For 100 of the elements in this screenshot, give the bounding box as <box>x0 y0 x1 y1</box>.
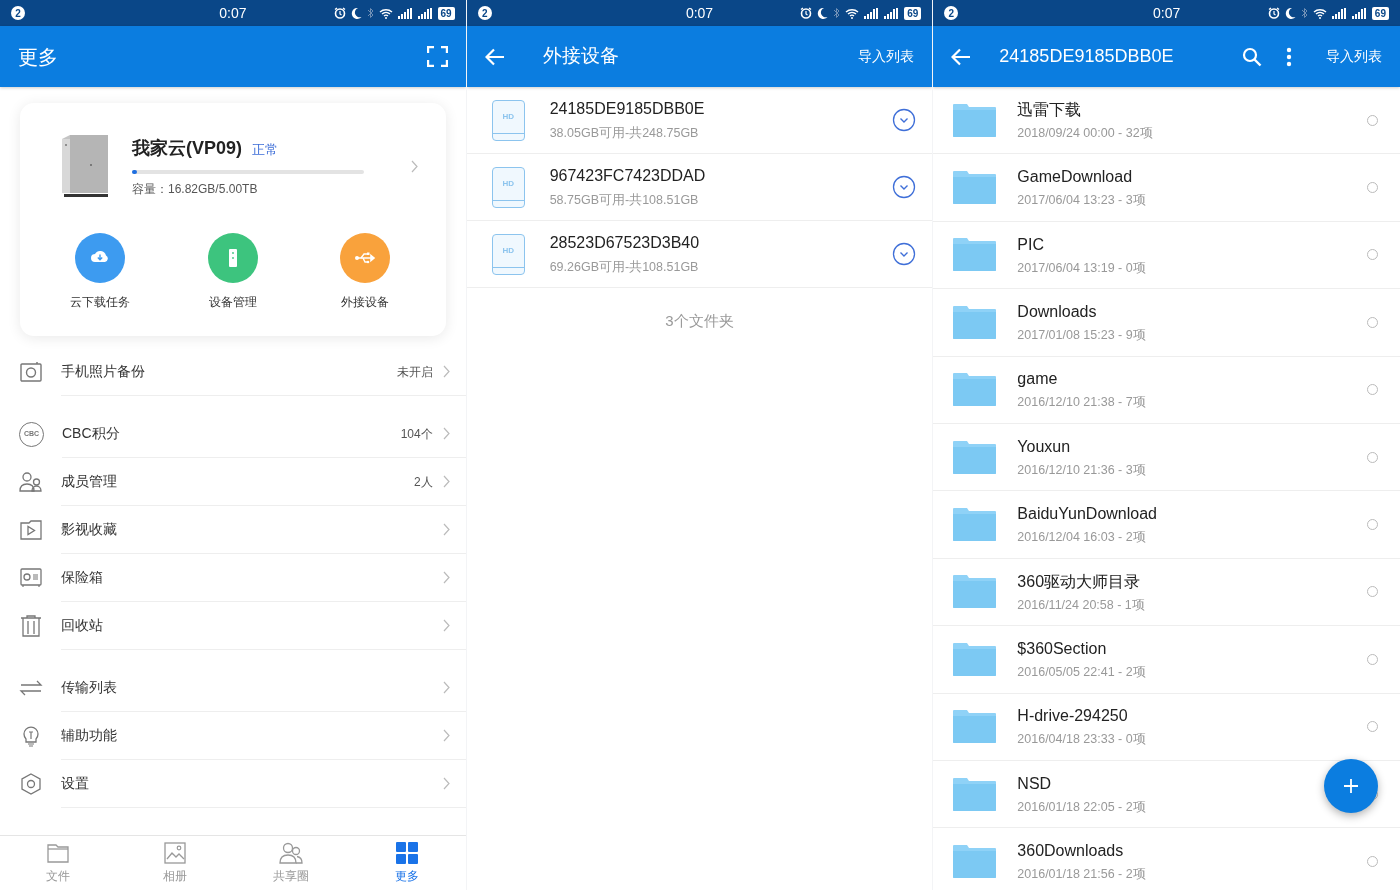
folder-icon <box>953 777 997 811</box>
chevron-right-icon <box>442 365 450 378</box>
import-list-button[interactable]: 导入列表 <box>858 46 915 67</box>
folder-details: 2016/12/10 21:38 - 7项 <box>1017 394 1146 412</box>
moon-icon <box>350 7 362 19</box>
bluetooth-icon <box>1300 7 1308 19</box>
notification-badge: 2 <box>477 6 492 20</box>
drive-space: 38.05GB可用-共248.75GB <box>549 125 699 143</box>
moon-icon <box>1284 7 1296 19</box>
clock-time: 0:07 <box>1153 3 1181 23</box>
server-icon <box>227 248 238 268</box>
back-arrow-icon[interactable] <box>484 47 505 66</box>
folder-details: 2016/01/18 22:05 - 2项 <box>1017 798 1146 816</box>
bluetooth-icon <box>833 7 841 19</box>
shortcut-label[interactable]: 外接设备 <box>341 293 390 311</box>
moon-icon <box>817 7 829 19</box>
folder-details: 2017/06/04 13:23 - 3项 <box>1017 192 1146 210</box>
hard-drive-icon: HD <box>491 233 525 275</box>
import-list-button[interactable]: 导入列表 <box>1326 46 1382 67</box>
expand-icon[interactable] <box>892 175 917 199</box>
screen-title: 外接设备 <box>542 44 620 69</box>
hard-drive-icon: HD <box>491 166 525 208</box>
drive-name[interactable]: 24185DE9185DBB0E <box>549 97 705 122</box>
folder-icon <box>953 440 997 474</box>
menu-item[interactable]: 回收站 <box>61 615 443 636</box>
folder-icon <box>953 508 997 542</box>
menu-item[interactable]: 成员管理 <box>61 471 414 492</box>
scan-icon[interactable] <box>426 46 448 67</box>
drive-space: 69.26GB可用-共108.51GB <box>549 259 699 277</box>
chevron-right-icon <box>442 475 450 488</box>
folder-name[interactable]: Downloads <box>1017 300 1097 324</box>
device-card[interactable]: 我家云(VP09) 正常 容量：16.82GB/5.00TB 云下载任务 设备管理 外接设备 <box>20 103 446 336</box>
signal-icon <box>1331 7 1347 19</box>
nav-tab[interactable]: 更多 <box>349 836 466 890</box>
expand-icon[interactable] <box>892 108 917 132</box>
notification-badge: 2 <box>944 6 959 20</box>
folder-icon <box>953 575 997 609</box>
folder-icon <box>953 642 997 676</box>
drive-name[interactable]: 28523D67523D3B40 <box>549 231 700 256</box>
folder-name[interactable]: H-drive-294250 <box>1017 704 1128 729</box>
menu-item[interactable]: 设置 <box>61 773 443 794</box>
chevron-right-icon <box>442 427 450 440</box>
chevron-right-icon <box>442 777 450 790</box>
wifi-icon <box>1312 7 1327 19</box>
folder-icon <box>953 845 997 878</box>
menu-item[interactable]: 影视收藏 <box>61 519 443 540</box>
gear-icon <box>19 772 43 796</box>
menu-item[interactable]: 辅助功能 <box>61 725 443 746</box>
folder-name[interactable]: 360驱动大师目录 <box>1017 569 1141 594</box>
folder-count: 3个文件夹 <box>665 311 734 331</box>
folder-name[interactable]: BaiduYunDownload <box>1017 502 1157 527</box>
folder-icon <box>953 305 997 339</box>
clock-time: 0:07 <box>685 3 714 23</box>
menu-item-value: 未开启 <box>396 363 433 381</box>
folder-icon <box>953 373 997 407</box>
shortcut-button[interactable] <box>207 233 258 283</box>
folder-name[interactable]: PIC <box>1017 232 1044 257</box>
menu-item-value: 104个 <box>400 425 433 443</box>
hard-drive-icon: HD <box>491 99 525 141</box>
menu-item[interactable]: 保险箱 <box>61 567 443 588</box>
folder-name[interactable]: NSD <box>1017 771 1052 796</box>
folder-details: 2016/04/18 23:33 - 0项 <box>1017 731 1146 749</box>
menu-item-value: 2人 <box>413 473 433 491</box>
shortcut-button[interactable] <box>340 233 391 283</box>
signal-icon <box>884 7 900 19</box>
chevron-right-icon <box>442 681 450 694</box>
drive-name[interactable]: 967423FC7423DDAD <box>549 164 706 189</box>
menu-item[interactable]: CBC积分 <box>62 423 401 444</box>
folder-name[interactable]: $360Section <box>1017 636 1107 661</box>
bluetooth-icon <box>366 7 374 19</box>
chevron-right-icon <box>442 571 450 584</box>
folder-name[interactable]: GameDownload <box>1017 165 1133 190</box>
search-icon[interactable] <box>1242 46 1262 67</box>
menu-item[interactable]: 传输列表 <box>61 677 443 698</box>
folder-name[interactable]: Youxun <box>1017 434 1071 459</box>
alarm-icon <box>800 7 813 19</box>
add-button[interactable] <box>1324 759 1379 813</box>
expand-icon[interactable] <box>892 242 917 266</box>
capacity-text: 容量：16.82GB/5.00TB <box>132 180 259 198</box>
wifi-icon <box>378 7 393 19</box>
folder-name[interactable]: 迅雷下载 <box>1017 97 1082 122</box>
folder-details: 2016/12/10 21:36 - 3项 <box>1017 461 1146 479</box>
menu-item[interactable]: 手机照片备份 <box>61 361 397 382</box>
back-arrow-icon[interactable] <box>951 47 972 66</box>
wifi-icon <box>845 7 860 19</box>
play-icon <box>19 518 43 542</box>
folder-name[interactable]: 360Downloads <box>1017 839 1124 864</box>
screen-title: 24185DE9185DBB0E <box>999 45 1175 68</box>
folder-details: 2017/06/04 13:19 - 0项 <box>1017 259 1146 277</box>
folder-icon <box>46 841 71 865</box>
shortcut-button[interactable] <box>75 233 126 283</box>
battery-indicator: 69 <box>904 6 922 20</box>
alarm-icon <box>1267 7 1280 19</box>
clock-time: 0:07 <box>219 3 247 23</box>
folder-name[interactable]: game <box>1017 367 1058 392</box>
shortcut-label[interactable]: 云下载任务 <box>70 293 131 311</box>
trash-icon <box>19 614 43 638</box>
folder-details: 2016/11/24 20:58 - 1项 <box>1017 596 1145 614</box>
shortcut-label[interactable]: 设备管理 <box>208 293 257 311</box>
more-icon[interactable] <box>1286 46 1292 67</box>
